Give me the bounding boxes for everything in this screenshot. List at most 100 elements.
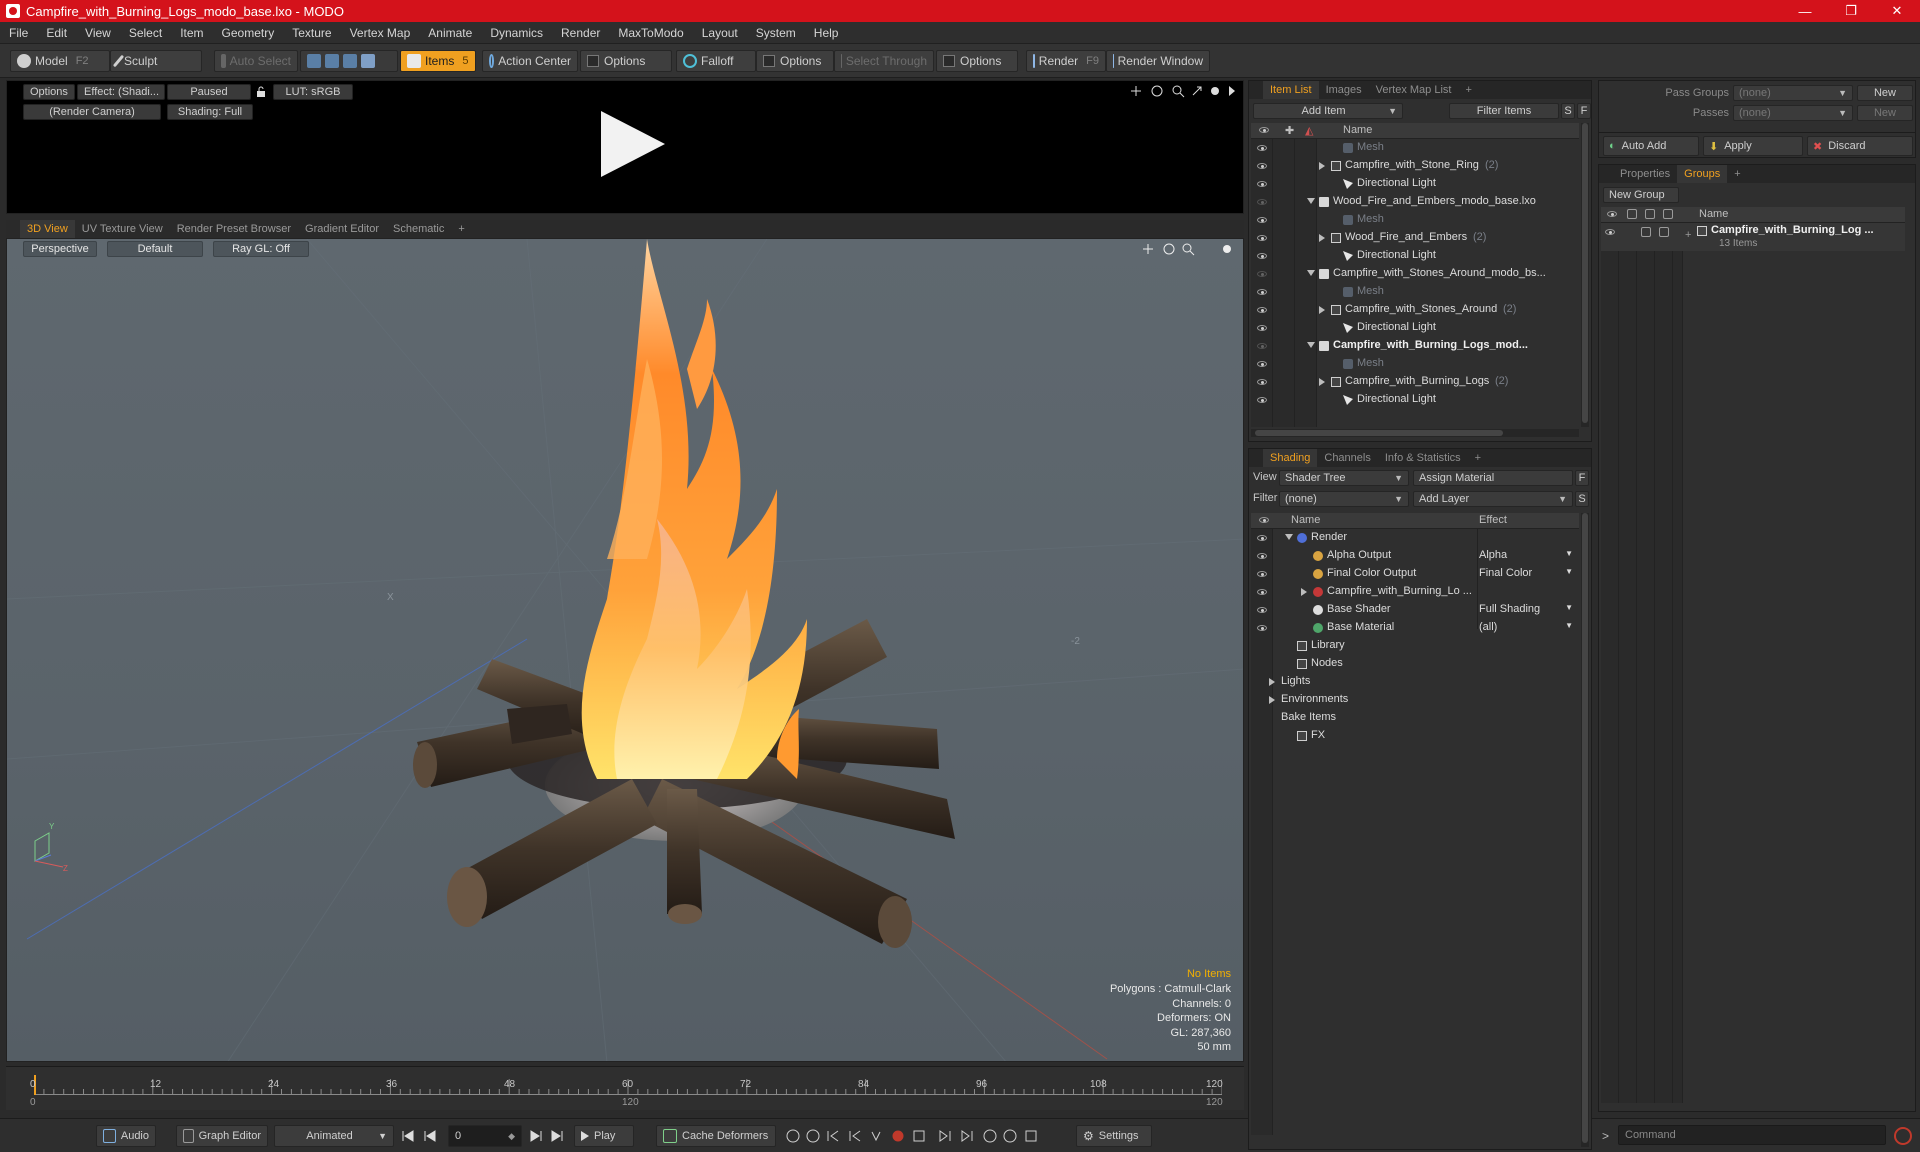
add-layer-dropdown[interactable]: Add Layer ▼ — [1413, 491, 1573, 507]
raygl-dropdown[interactable]: Ray GL: Off — [213, 241, 309, 257]
menu-maxtomodo[interactable]: MaxToModo — [609, 26, 692, 40]
visibility-eye-icon[interactable] — [1257, 625, 1267, 631]
key-transport-icons[interactable] — [784, 1127, 1064, 1145]
item-list-row[interactable]: Directional Light — [1251, 247, 1579, 265]
preview-effect-dropdown[interactable]: Effect: (Shadi... — [77, 84, 165, 100]
cache-deformers-button[interactable]: Cache Deformers — [656, 1125, 776, 1147]
tab-schematic[interactable]: Schematic — [386, 220, 451, 238]
visibility-eye-icon[interactable] — [1257, 145, 1267, 151]
visibility-column-icon[interactable] — [1259, 127, 1269, 133]
add-tab-button[interactable]: + — [451, 220, 471, 238]
materials-mode-icon[interactable] — [361, 54, 375, 68]
menu-help[interactable]: Help — [805, 26, 848, 40]
visibility-column-icon[interactable] — [1607, 211, 1617, 217]
item-list-row[interactable]: Mesh — [1251, 283, 1579, 301]
menu-view[interactable]: View — [76, 26, 120, 40]
shader-tree-row[interactable]: Library — [1251, 637, 1579, 655]
menu-texture[interactable]: Texture — [283, 26, 340, 40]
tab-render-preset-browser[interactable]: Render Preset Browser — [170, 220, 298, 238]
group-select-toggle[interactable] — [1659, 227, 1669, 237]
preview-paused-button[interactable]: Paused — [167, 84, 251, 100]
timeline[interactable]: 0 12 24 36 48 60 72 84 96 108 120 0 120 … — [6, 1066, 1244, 1110]
select-through-options-checkbox[interactable] — [943, 55, 955, 67]
shader-tree-row[interactable]: Lights — [1251, 673, 1579, 691]
item-list-row[interactable]: Wood_Fire_and_Embers (2) — [1251, 229, 1579, 247]
auto-add-button[interactable]: ◐ Auto Add — [1603, 136, 1699, 156]
render-column-icon[interactable]: ◭ — [1305, 124, 1313, 137]
visibility-eye-icon[interactable] — [1257, 553, 1267, 559]
tab-vertex-map-list[interactable]: Vertex Map List — [1369, 81, 1459, 99]
visibility-column-icon[interactable] — [1259, 517, 1269, 523]
select-through-options-button[interactable]: Options — [936, 50, 1018, 72]
visibility-eye-icon[interactable] — [1257, 181, 1267, 187]
lock-column-icon[interactable] — [1645, 209, 1655, 219]
polygons-mode-icon[interactable] — [343, 54, 357, 68]
tab-images[interactable]: Images — [1319, 81, 1369, 99]
group-visibility-icon[interactable] — [1605, 229, 1615, 235]
minimize-button[interactable]: — — [1782, 0, 1828, 22]
group-row[interactable]: + Campfire_with_Burning_Log ... 13 Items — [1601, 223, 1905, 251]
item-list-row[interactable]: Mesh — [1251, 139, 1579, 157]
shader-tree-row[interactable]: Base Material (all) ▼ — [1251, 619, 1579, 637]
visibility-eye-icon[interactable] — [1257, 217, 1267, 223]
lock-column-icon[interactable]: ✚ — [1285, 124, 1294, 137]
add-tab-button[interactable]: + — [1468, 449, 1488, 467]
preview-lut-dropdown[interactable]: LUT: sRGB — [273, 84, 353, 100]
viewport-nav-icons[interactable] — [1139, 240, 1239, 258]
discard-button[interactable]: ✖ Discard — [1807, 136, 1913, 156]
transport-step-icons[interactable] — [526, 1129, 570, 1143]
visibility-eye-icon[interactable] — [1257, 607, 1267, 613]
visibility-eye-icon[interactable] — [1257, 289, 1267, 295]
menu-geometry[interactable]: Geometry — [213, 26, 284, 40]
expand-triangle-icon[interactable] — [1269, 678, 1275, 686]
visibility-eye-icon[interactable] — [1257, 535, 1267, 541]
add-tab-button[interactable]: + — [1727, 165, 1747, 183]
visibility-eye-icon[interactable] — [1257, 571, 1267, 577]
tab-uv-texture-view[interactable]: UV Texture View — [75, 220, 170, 238]
edges-mode-icon[interactable] — [325, 54, 339, 68]
action-center-button[interactable]: Action Center — [482, 50, 578, 72]
item-list-row[interactable]: Campfire_with_Stones_Around_modo_bs... — [1251, 265, 1579, 283]
tab-properties[interactable]: Properties — [1613, 165, 1677, 183]
visibility-eye-icon[interactable] — [1257, 163, 1267, 169]
menu-layout[interactable]: Layout — [693, 26, 747, 40]
shader-filter-dropdown[interactable]: (none) ▼ — [1279, 491, 1409, 507]
graph-editor-button[interactable]: Graph Editor — [176, 1125, 268, 1147]
render-button[interactable]: Render F9 — [1026, 50, 1106, 72]
pass-groups-dropdown[interactable]: (none) ▼ — [1733, 85, 1853, 101]
add-tab-button[interactable]: + — [1458, 81, 1478, 99]
item-list-row[interactable]: Directional Light — [1251, 319, 1579, 337]
item-list-row[interactable]: Campfire_with_Stone_Ring (2) — [1251, 157, 1579, 175]
tab-gradient-editor[interactable]: Gradient Editor — [298, 220, 386, 238]
vertices-mode-icon[interactable] — [307, 54, 321, 68]
name-column-header[interactable]: Name — [1699, 208, 1728, 220]
shader-tree-row[interactable]: Render — [1251, 529, 1579, 547]
view-style-dropdown[interactable]: Default — [107, 241, 203, 257]
close-button[interactable]: ✕ — [1874, 0, 1920, 22]
preview-nav-icons[interactable] — [1127, 83, 1241, 99]
collapse-triangle-icon[interactable] — [1307, 198, 1315, 204]
shader-tree-row[interactable]: Environments — [1251, 691, 1579, 709]
menu-select[interactable]: Select — [120, 26, 171, 40]
options-checkbox[interactable] — [587, 55, 599, 67]
visibility-eye-icon[interactable] — [1257, 199, 1267, 205]
passes-dropdown[interactable]: (none) ▼ — [1733, 105, 1853, 121]
effect-dropdown[interactable]: Alpha ▼ — [1479, 549, 1575, 561]
visibility-eye-icon[interactable] — [1257, 253, 1267, 259]
expand-triangle-icon[interactable] — [1319, 162, 1325, 170]
effect-dropdown[interactable]: (all) ▼ — [1479, 621, 1575, 633]
item-list-row[interactable]: Campfire_with_Burning_Logs (2) — [1251, 373, 1579, 391]
shading-s-button[interactable]: S — [1575, 491, 1589, 507]
tab-info-statistics[interactable]: Info & Statistics — [1378, 449, 1468, 467]
item-list-row[interactable]: Directional Light — [1251, 391, 1579, 409]
render-window-button[interactable]: Render Window — [1106, 50, 1210, 72]
item-search-s-button[interactable]: S — [1561, 103, 1575, 119]
expand-triangle-icon[interactable] — [1319, 306, 1325, 314]
preview-shading-dropdown[interactable]: Shading: Full — [167, 104, 253, 120]
transport-start-icons[interactable] — [400, 1129, 450, 1143]
visibility-eye-icon[interactable] — [1257, 307, 1267, 313]
menu-edit[interactable]: Edit — [37, 26, 76, 40]
item-list-row[interactable]: Campfire_with_Burning_Logs_mod... — [1251, 337, 1579, 355]
menu-vertex-map[interactable]: Vertex Map — [341, 26, 420, 40]
command-input[interactable]: Command — [1618, 1125, 1886, 1145]
